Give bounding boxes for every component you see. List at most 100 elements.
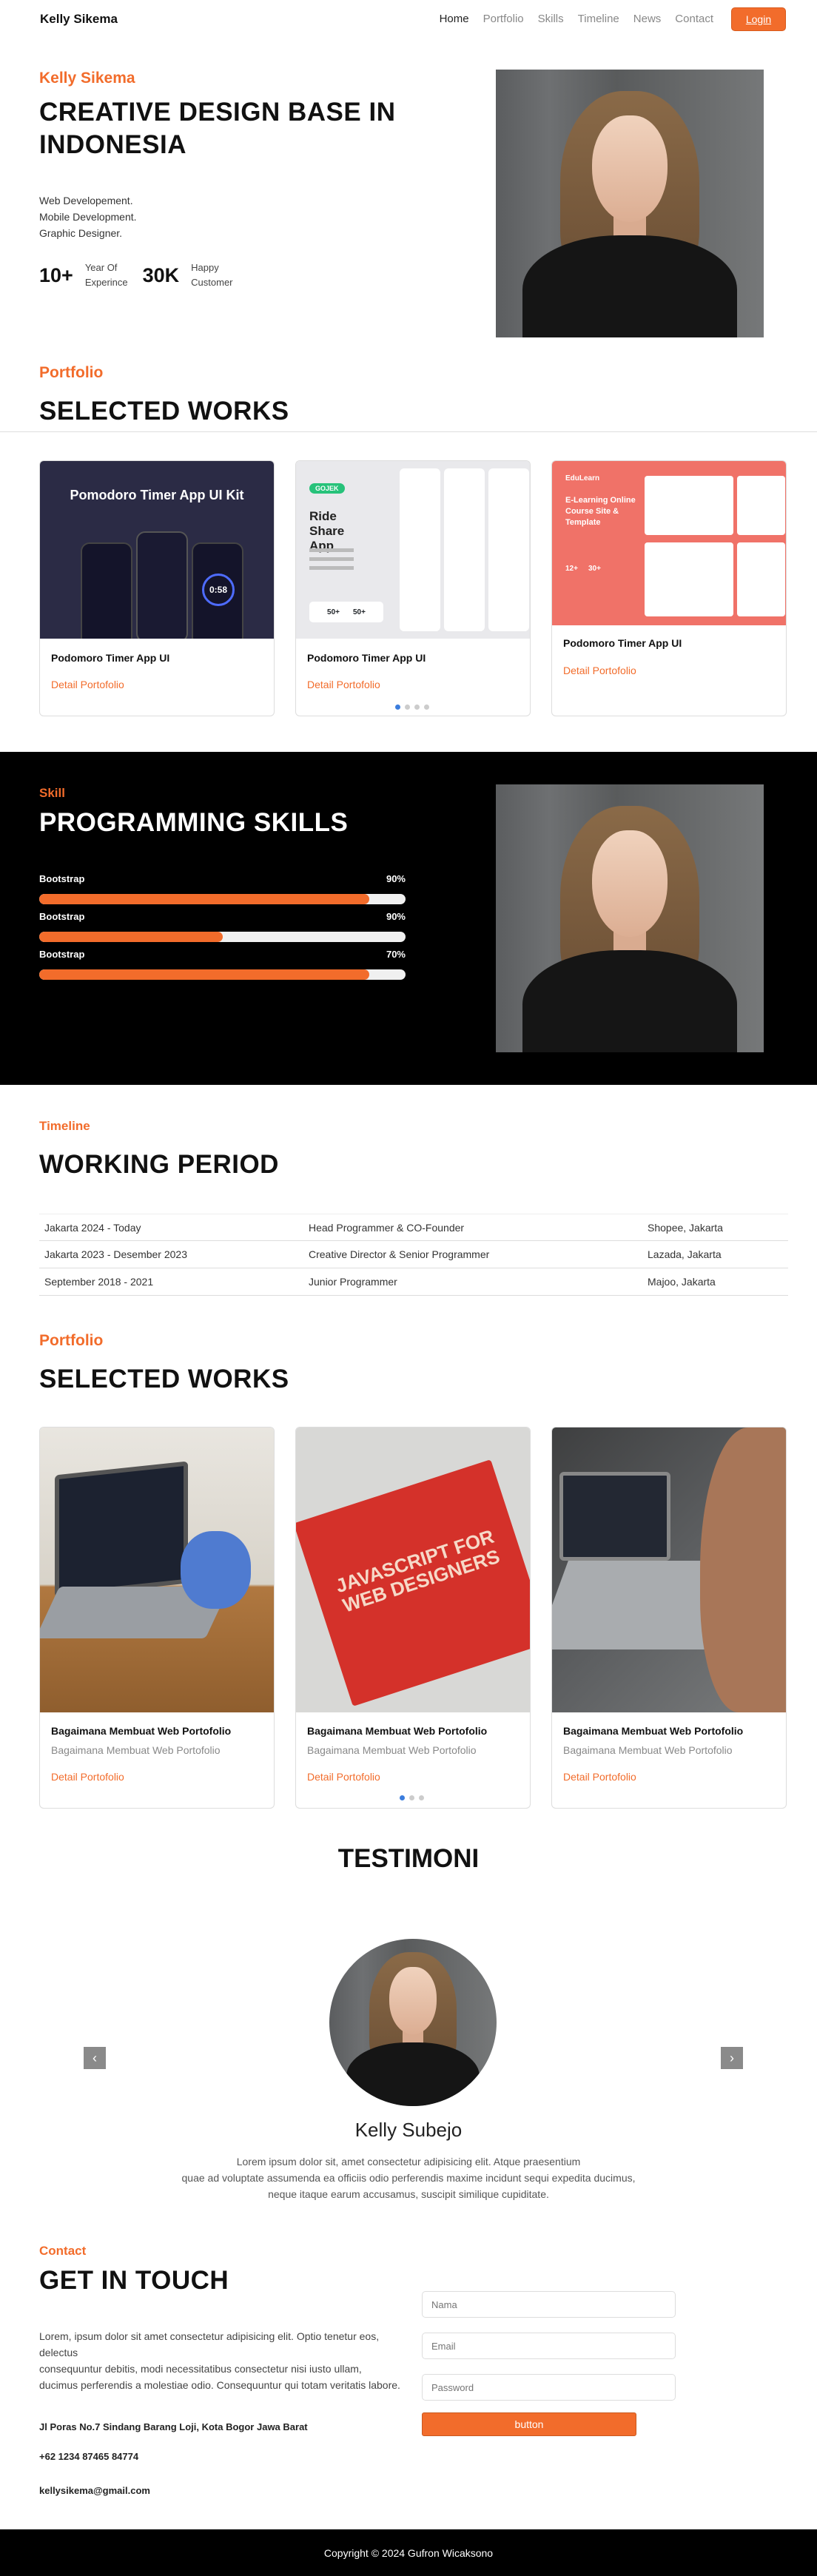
contact-title: GET IN TOUCH xyxy=(39,2266,229,2295)
contact-phone: +62 1234 87465 84774 xyxy=(39,2451,139,2462)
card-detail-link[interactable]: Detail Portofolio xyxy=(51,1771,124,1783)
testimoni-avatar xyxy=(329,1939,497,2106)
card-title: Podomoro Timer App UI xyxy=(563,637,682,649)
hero-role: Graphic Designer. xyxy=(39,227,123,239)
timeline-subtitle: Timeline xyxy=(39,1119,90,1133)
card-title: Bagaimana Membuat Web Portofolio xyxy=(563,1725,744,1737)
card-detail-link[interactable]: Detail Portofolio xyxy=(563,1771,636,1783)
timeline-period: Jakarta 2023 - Desember 2023 xyxy=(44,1248,187,1260)
skill-row: Bootstrap 90% xyxy=(39,873,406,904)
stat-label: Year Of Experince xyxy=(85,260,128,290)
card-thumbnail: Pomodoro Timer App UI Kit 0:58 xyxy=(40,461,274,639)
thumb-stat: 12+ xyxy=(565,565,578,573)
testimoni-text: Lorem ipsum dolor sit, amet consectetur … xyxy=(172,2153,645,2202)
contact-text-line: ducimus perferendis a molestiae odio. Co… xyxy=(39,2379,400,2391)
table-row: September 2018 - 2021 Junior Programmer … xyxy=(39,1268,788,1296)
nav-link-portfolio[interactable]: Portfolio xyxy=(483,13,524,25)
portfolio-card: EduLearn E-Learning Online Course Site &… xyxy=(551,460,787,716)
hero-roles: Web Developement. Mobile Development. Gr… xyxy=(39,192,137,241)
thumb-timer: 0:58 xyxy=(202,574,235,606)
carousel-next-button[interactable]: › xyxy=(721,2047,743,2069)
stat-label-line: Experince xyxy=(84,277,128,288)
hero-role: Mobile Development. xyxy=(39,211,137,223)
nav-link-timeline[interactable]: Timeline xyxy=(578,13,619,25)
card-title: Bagaimana Membuat Web Portofolio xyxy=(51,1725,232,1737)
skill-percent: 90% xyxy=(386,911,406,922)
stat-label-line: Customer xyxy=(191,277,233,288)
carousel-dot[interactable] xyxy=(395,704,400,710)
skill-name: Bootstrap xyxy=(39,949,85,960)
timeline-period: Jakarta 2024 - Today xyxy=(44,1221,141,1234)
testimoni-text-line: quae ad voluptate assumenda ea officiis … xyxy=(181,2172,636,2184)
card-title: Podomoro Timer App UI xyxy=(307,652,426,664)
carousel-dot[interactable] xyxy=(419,1795,424,1800)
card-title: Bagaimana Membuat Web Portofolio xyxy=(307,1725,488,1737)
testimoni-title: TESTIMONI xyxy=(337,1844,480,1873)
card-thumbnail-book-image: JAVASCRIPT FOR WEB DESIGNERS xyxy=(296,1427,530,1712)
skill-progress-bar xyxy=(39,969,406,980)
hero-portrait-image xyxy=(496,70,764,337)
skill-name: Bootstrap xyxy=(39,911,85,922)
hero-stats: 10+ Year Of Experince 30K Happy Customer xyxy=(39,260,248,290)
brand-logo[interactable]: Kelly Sikema xyxy=(40,12,118,27)
section-divider xyxy=(0,431,817,432)
portfolio-card: GOJEK Ride Share App 50+ 50+ Podomoro Ti… xyxy=(295,460,531,716)
carousel-dot[interactable] xyxy=(414,704,420,710)
skill-name: Bootstrap xyxy=(39,873,85,884)
login-button[interactable]: Login xyxy=(731,7,786,31)
chevron-right-icon: › xyxy=(730,2050,734,2065)
email-field[interactable] xyxy=(422,2333,676,2359)
chevron-left-icon: ‹ xyxy=(93,2050,97,2065)
testimoni-text-line: Lorem ipsum dolor sit, amet consectetur … xyxy=(236,2156,581,2168)
navbar: Kelly Sikema Home Portfolio Skills Timel… xyxy=(0,0,817,38)
nav-link-home[interactable]: Home xyxy=(440,13,469,25)
timeline-company: Lazada, Jakarta xyxy=(648,1248,722,1260)
thumb-title: Pomodoro Timer App UI Kit xyxy=(70,488,244,502)
skills-title: PROGRAMMING SKILLS xyxy=(39,808,349,837)
timeline-role: Head Programmer & CO-Founder xyxy=(309,1221,465,1234)
nav-link-contact[interactable]: Contact xyxy=(675,13,713,25)
password-field[interactable] xyxy=(422,2374,676,2401)
card-detail-link[interactable]: Detail Portofolio xyxy=(307,679,380,690)
footer: Copyright © 2024 Gufron Wicaksono xyxy=(0,2529,817,2576)
timeline-company: Shopee, Jakarta xyxy=(648,1221,723,1234)
portfolio-card: Pomodoro Timer App UI Kit 0:58 Podomoro … xyxy=(39,460,275,716)
card-detail-link[interactable]: Detail Portofolio xyxy=(307,1771,380,1783)
stat-label-line: Year Of xyxy=(84,262,118,273)
carousel-dot[interactable] xyxy=(405,704,410,710)
timeline-table: Jakarta 2024 - Today Head Programmer & C… xyxy=(39,1214,788,1296)
skill-percent: 70% xyxy=(386,949,406,960)
skill-progress-bar xyxy=(39,932,406,942)
portfolio-title: SELECTED WORKS xyxy=(39,397,289,426)
hero-role: Web Developement. xyxy=(39,195,133,206)
nav-link-skills[interactable]: Skills xyxy=(538,13,564,25)
carousel-dot[interactable] xyxy=(424,704,429,710)
card-detail-link[interactable]: Detail Portofolio xyxy=(563,665,636,676)
skill-percent: 90% xyxy=(386,873,406,884)
table-row: Jakarta 2023 - Desember 2023 Creative Di… xyxy=(39,1241,788,1268)
skill-progress-fill xyxy=(39,932,223,942)
stat-label-line: Happy xyxy=(191,262,219,273)
testimoni-name: Kelly Subejo xyxy=(354,2119,463,2141)
thumb-stat: 50+ xyxy=(353,608,366,616)
skills-subtitle: Skill xyxy=(39,786,65,800)
timeline-period: September 2018 - 2021 xyxy=(44,1276,154,1288)
hero-title-line2: INDONESIA xyxy=(39,130,186,159)
card-detail-link[interactable]: Detail Portofolio xyxy=(51,679,124,690)
carousel-dot[interactable] xyxy=(400,1795,405,1800)
contact-text-line: consequuntur debitis, modi necessitatibu… xyxy=(39,2363,362,2375)
carousel-prev-button[interactable]: ‹ xyxy=(84,2047,106,2069)
portfolio-card: Bagaimana Membuat Web Portofolio Bagaima… xyxy=(551,1427,787,1809)
testimoni-text-line: neque itaque earum accusamus, suscipit s… xyxy=(268,2188,549,2200)
skill-progress-bar xyxy=(39,894,406,904)
name-field[interactable] xyxy=(422,2291,676,2318)
contact-text-line: Lorem, ipsum dolor sit amet consectetur … xyxy=(39,2330,380,2358)
nav-link-news[interactable]: News xyxy=(633,13,662,25)
portfolio-subtitle: Portfolio xyxy=(39,364,104,381)
card-title: Podomoro Timer App UI xyxy=(51,652,170,664)
submit-button[interactable]: button xyxy=(422,2412,636,2436)
carousel-dot[interactable] xyxy=(409,1795,414,1800)
nav-links: Home Portfolio Skills Timeline News Cont… xyxy=(440,13,713,25)
portfolio-card: JAVASCRIPT FOR WEB DESIGNERS Bagaimana M… xyxy=(295,1427,531,1809)
thumb-stat: 30+ xyxy=(588,565,601,573)
